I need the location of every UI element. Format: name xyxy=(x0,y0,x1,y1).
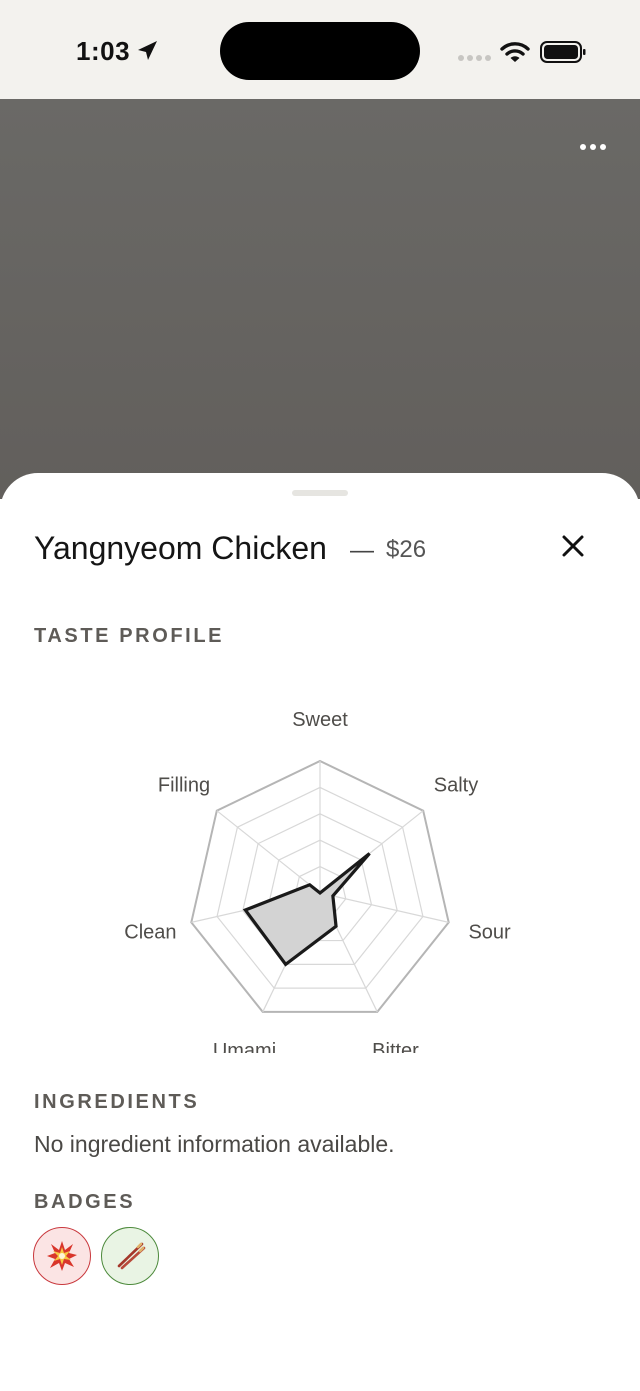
radar-axis-label-filling: Filling xyxy=(158,775,210,797)
dish-price: $26 xyxy=(386,536,427,563)
dish-detail-sheet: Yangnyeom Chicken — $26 TASTE PROFILE Sw… xyxy=(0,473,640,1391)
chopsticks-badge[interactable] xyxy=(101,1227,159,1285)
more-options-button[interactable] xyxy=(572,132,614,162)
ingredients-empty-text: No ingredient information available. xyxy=(34,1131,395,1157)
radar-axis-label-clean: Clean xyxy=(124,922,176,944)
dynamic-island xyxy=(220,22,420,80)
ellipsis-dot xyxy=(600,144,606,150)
chopsticks-icon xyxy=(117,1242,146,1270)
status-time: 1:03 xyxy=(76,36,131,66)
radar-axis-labels: Sweet Salty Sour Bitter Umami Clean Filling xyxy=(124,709,511,1053)
spicy-badge[interactable] xyxy=(33,1227,91,1285)
badges-heading: BADGES xyxy=(34,1191,136,1213)
title-separator: — xyxy=(350,537,374,564)
taste-radar-chart: Sweet Salty Sour Bitter Umami Clean Filling xyxy=(124,709,511,1053)
radar-axis-label-sweet: Sweet xyxy=(292,709,348,731)
location-arrow-icon xyxy=(138,41,157,60)
ellipsis-dot xyxy=(590,144,596,150)
radar-grid xyxy=(190,759,450,1013)
status-bar: 1:03 xyxy=(0,0,640,99)
dish-name: Yangnyeom Chicken xyxy=(34,530,327,566)
close-icon xyxy=(562,535,584,557)
cellular-signal-icon xyxy=(458,55,491,61)
radar-axis-label-salty: Salty xyxy=(434,775,478,797)
dish-photo xyxy=(0,99,640,499)
battery-icon xyxy=(540,41,586,63)
ingredients-heading: INGREDIENTS xyxy=(34,1091,200,1113)
radar-data-area xyxy=(242,852,371,967)
sheet-grabber[interactable] xyxy=(292,490,348,496)
radar-axis-label-umami: Umami xyxy=(213,1040,276,1053)
close-button[interactable] xyxy=(555,528,591,564)
wifi-icon xyxy=(500,42,530,62)
radar-axis-label-sour: Sour xyxy=(468,922,511,944)
ellipsis-icon xyxy=(580,144,586,150)
radar-axis-label-bitter: Bitter xyxy=(372,1040,419,1053)
radar-data-polygon xyxy=(242,852,371,967)
taste-profile-heading: TASTE PROFILE xyxy=(34,625,225,647)
spicy-burst-icon xyxy=(47,1241,77,1271)
